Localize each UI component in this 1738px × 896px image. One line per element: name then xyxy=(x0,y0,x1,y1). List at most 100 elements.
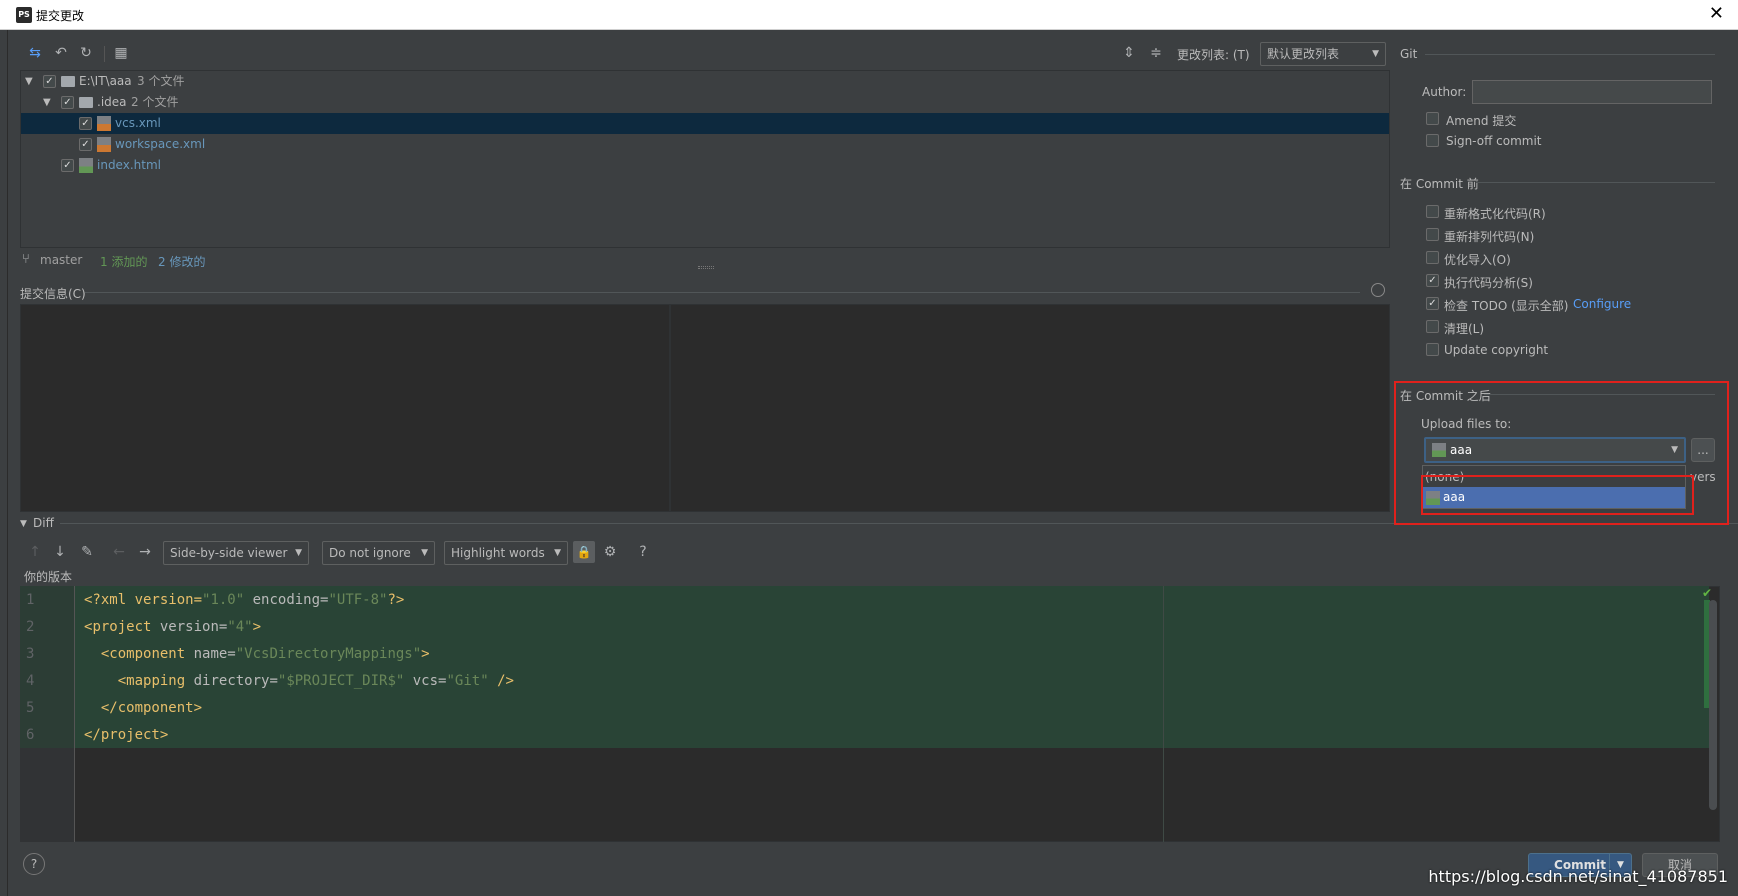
row-checkbox[interactable]: ✓ xyxy=(79,117,92,130)
refresh-icon[interactable]: ↻ xyxy=(77,44,95,62)
viewer-select[interactable]: Side-by-side viewer ▼ xyxy=(163,541,309,565)
lock-icon[interactable]: 🔒 xyxy=(573,541,595,563)
code-line: <mapping directory="$PROJECT_DIR$" vcs="… xyxy=(84,673,514,689)
tree-row[interactable]: ✓ workspace.xml xyxy=(21,134,1389,155)
optimize-imports-checkbox[interactable] xyxy=(1426,251,1439,264)
folder-icon xyxy=(79,97,93,108)
chevron-down-icon: ▼ xyxy=(421,548,428,558)
configure-link[interactable]: Configure xyxy=(1573,297,1631,311)
amend-label: Amend 提交 xyxy=(1446,114,1517,128)
next-file-icon[interactable]: → xyxy=(136,543,154,561)
commit-message-input[interactable] xyxy=(20,304,670,512)
optimize-imports-label: 优化导入(O) xyxy=(1444,253,1511,267)
diff-divider xyxy=(1163,586,1164,842)
added-count[interactable]: 1 添加的 xyxy=(100,253,147,270)
close-window-button[interactable]: ✕ xyxy=(1709,3,1724,25)
expand-arrow-icon[interactable]: ▼ xyxy=(25,71,33,92)
viewer-value: Side-by-side viewer xyxy=(170,546,288,560)
xml-file-icon xyxy=(97,116,111,131)
cleanup-label: 清理(L) xyxy=(1444,322,1485,336)
tree-row[interactable]: ✓ index.html xyxy=(21,155,1389,176)
commit-message-preview xyxy=(670,304,1390,512)
ignore-select[interactable]: Do not ignore ▼ xyxy=(322,541,435,565)
phpstorm-app-icon: PS xyxy=(16,7,32,23)
tree-row-count: 3 个文件 xyxy=(137,74,185,88)
previous-file-icon[interactable]: ← xyxy=(110,543,128,561)
divider xyxy=(1425,54,1715,55)
history-clock-icon[interactable] xyxy=(1371,283,1385,297)
check-todo-checkbox[interactable]: ✓ xyxy=(1426,297,1439,310)
watermark-text: https://blog.csdn.net/sinat_41087851 xyxy=(1428,867,1728,886)
cleanup-checkbox[interactable] xyxy=(1426,320,1439,333)
code-line: <component name="VcsDirectoryMappings"> xyxy=(84,646,430,662)
row-checkbox[interactable]: ✓ xyxy=(43,75,56,88)
tree-row-name: index.html xyxy=(97,158,161,172)
annotation-box-inner xyxy=(1421,475,1694,515)
show-diff-icon[interactable]: ⇆ xyxy=(26,44,44,62)
reformat-checkbox[interactable] xyxy=(1426,205,1439,218)
line-number: 1 xyxy=(26,592,35,608)
reformat-label: 重新格式化代码(R) xyxy=(1444,207,1546,221)
divider xyxy=(1476,182,1715,183)
update-copyright-checkbox[interactable] xyxy=(1426,343,1439,356)
rollback-icon[interactable]: ↶ xyxy=(52,44,70,62)
row-checkbox[interactable]: ✓ xyxy=(79,138,92,151)
changelist-value: 默认更改列表 xyxy=(1267,47,1340,61)
signoff-label: Sign-off commit xyxy=(1446,134,1542,148)
vertical-scrollbar[interactable] xyxy=(1709,600,1717,810)
footer-help-button[interactable]: ? xyxy=(23,853,45,875)
tree-row-name: workspace.xml xyxy=(115,137,206,151)
collapse-diff-icon[interactable]: ▼ xyxy=(20,519,27,529)
settings-gear-icon[interactable]: ⚙ xyxy=(601,543,619,561)
next-diff-icon[interactable]: ↓ xyxy=(51,543,69,561)
changelist-label: 更改列表: (T) xyxy=(1177,48,1250,62)
expand-arrow-icon[interactable]: ▼ xyxy=(43,92,51,113)
branch-name: master xyxy=(40,253,83,267)
help-button[interactable]: ? xyxy=(634,543,652,561)
commit-message-label: 提交信息(C) xyxy=(20,287,86,301)
tree-row[interactable]: ▼ ✓ .idea 2 个文件 xyxy=(21,92,1389,113)
splitter-handle[interactable] xyxy=(698,266,714,269)
highlight-select[interactable]: Highlight words ▼ xyxy=(444,541,568,565)
chevron-down-icon: ▼ xyxy=(295,548,302,558)
edit-source-icon[interactable]: ✎ xyxy=(78,543,96,561)
group-by-icon[interactable]: ▦ xyxy=(112,44,130,62)
rearrange-checkbox[interactable] xyxy=(1426,228,1439,241)
code-analysis-label: 执行代码分析(S) xyxy=(1444,276,1533,290)
gutter-divider xyxy=(74,586,75,842)
author-label: Author: xyxy=(1422,85,1467,99)
ignore-value: Do not ignore xyxy=(329,546,411,560)
your-version-label: 你的版本 xyxy=(24,570,73,584)
previous-diff-icon[interactable]: ↑ xyxy=(26,543,44,561)
chevron-down-icon: ▼ xyxy=(554,548,561,558)
tree-row-name: E:\IT\aaa xyxy=(79,74,132,88)
git-section-label: Git xyxy=(1400,47,1418,61)
ok-check-icon: ✔ xyxy=(1702,586,1713,600)
branch-icon: ⑂ xyxy=(22,252,30,267)
line-number: 5 xyxy=(26,700,35,716)
collapse-all-icon[interactable]: ≑ xyxy=(1147,44,1165,62)
line-number: 4 xyxy=(26,673,35,689)
expand-all-icon[interactable]: ⇕ xyxy=(1120,44,1138,62)
update-copyright-label: Update copyright xyxy=(1444,343,1549,357)
tree-row[interactable]: ✓ vcs.xml xyxy=(21,113,1389,134)
code-analysis-checkbox[interactable]: ✓ xyxy=(1426,274,1439,287)
toolbar-divider xyxy=(104,46,105,62)
changelist-select[interactable]: 默认更改列表 ▼ xyxy=(1260,42,1386,66)
folder-icon xyxy=(61,76,75,87)
code-line: <?xml version="1.0" encoding="UTF-8"?> xyxy=(84,592,405,608)
before-commit-label: 在 Commit 前 xyxy=(1400,177,1479,191)
divider xyxy=(85,292,1360,293)
tree-row[interactable]: ▼ ✓ E:\IT\aaa 3 个文件 xyxy=(21,71,1389,92)
xml-file-icon xyxy=(97,137,111,152)
rearrange-label: 重新排列代码(N) xyxy=(1444,230,1535,244)
code-line: </component> xyxy=(84,700,203,716)
row-checkbox[interactable]: ✓ xyxy=(61,159,74,172)
amend-checkbox[interactable] xyxy=(1426,112,1439,125)
signoff-checkbox[interactable] xyxy=(1426,134,1439,147)
row-checkbox[interactable]: ✓ xyxy=(61,96,74,109)
added-lines-highlight xyxy=(75,586,1709,748)
author-input[interactable] xyxy=(1472,80,1712,104)
modified-count[interactable]: 2 修改的 xyxy=(158,253,205,270)
diff-label: Diff xyxy=(33,516,54,530)
